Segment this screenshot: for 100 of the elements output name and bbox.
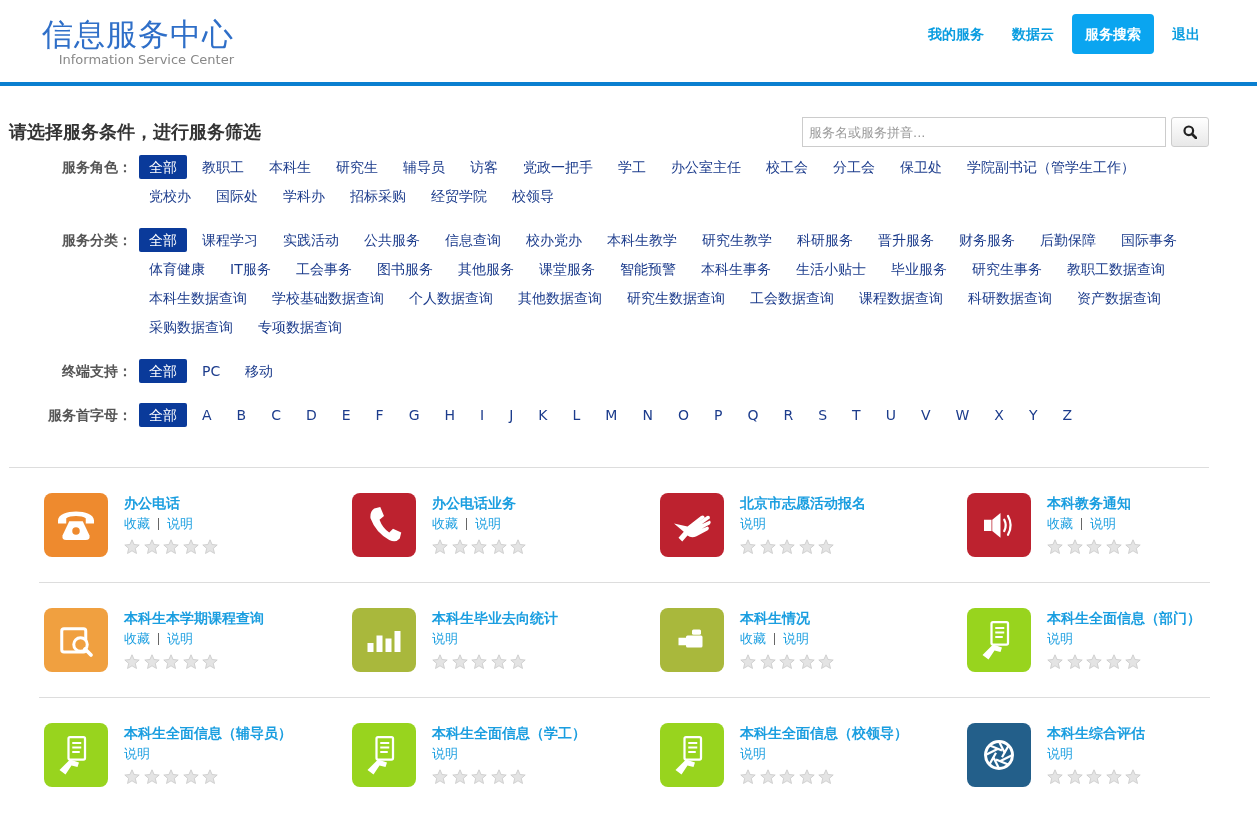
filter-option[interactable]: I xyxy=(470,403,495,427)
search-button[interactable] xyxy=(1171,117,1209,147)
star-icon[interactable] xyxy=(143,654,160,670)
star-icon[interactable] xyxy=(779,539,795,555)
star-icon[interactable] xyxy=(202,769,218,785)
star-icon[interactable] xyxy=(143,539,160,555)
star-icon[interactable] xyxy=(798,769,815,785)
filter-option[interactable]: 全部 xyxy=(139,155,187,179)
filter-option[interactable]: W xyxy=(945,403,980,427)
star-icon[interactable] xyxy=(759,654,776,670)
star-icon[interactable] xyxy=(202,654,218,670)
filter-option[interactable]: 图书服务 xyxy=(366,257,443,281)
filter-option[interactable]: 校办党办 xyxy=(516,228,592,252)
star-icon[interactable] xyxy=(432,654,448,670)
filter-option[interactable]: 本科生数据查询 xyxy=(139,286,257,310)
star-icon[interactable] xyxy=(1125,769,1141,785)
filter-option[interactable]: 课程数据查询 xyxy=(849,286,953,310)
filter-option[interactable]: 工会数据查询 xyxy=(740,286,844,310)
filter-option[interactable]: 国际事务 xyxy=(1111,228,1187,252)
app-icon-tile[interactable] xyxy=(660,493,724,557)
star-icon[interactable] xyxy=(490,654,507,670)
filter-option[interactable]: 实践活动 xyxy=(273,228,349,252)
star-icon[interactable] xyxy=(510,654,526,670)
filter-option[interactable]: 生活小贴士 xyxy=(785,257,876,281)
star-icon[interactable] xyxy=(471,539,487,555)
star-icon[interactable] xyxy=(432,539,448,555)
filter-option[interactable]: 教职工数据查询 xyxy=(1056,257,1175,281)
filter-option[interactable]: D xyxy=(295,403,327,427)
filter-option[interactable]: 研究生事务 xyxy=(961,257,1052,281)
filter-option[interactable]: 采购数据查询 xyxy=(139,315,243,339)
star-icon[interactable] xyxy=(740,769,756,785)
star-icon[interactable] xyxy=(779,769,795,785)
star-icon[interactable] xyxy=(1066,769,1083,785)
star-icon[interactable] xyxy=(1066,654,1083,670)
star-icon[interactable] xyxy=(798,654,815,670)
star-icon[interactable] xyxy=(740,654,756,670)
filter-option[interactable]: 科研服务 xyxy=(787,228,863,252)
star-icon[interactable] xyxy=(182,654,199,670)
filter-option[interactable]: 分工会 xyxy=(823,155,885,179)
filter-option[interactable]: 保卫处 xyxy=(890,155,952,179)
star-icon[interactable] xyxy=(182,539,199,555)
filter-option[interactable]: PC xyxy=(192,359,231,383)
filter-option[interactable]: C xyxy=(261,403,291,427)
filter-option[interactable]: 科研数据查询 xyxy=(958,286,1062,310)
star-icon[interactable] xyxy=(451,769,468,785)
star-icon[interactable] xyxy=(163,539,179,555)
filter-option[interactable]: L xyxy=(562,403,591,427)
filter-option[interactable]: 研究生 xyxy=(326,155,388,179)
app-icon-tile[interactable] xyxy=(352,493,416,557)
filter-option[interactable]: 校领导 xyxy=(502,184,564,208)
filter-option[interactable]: 校工会 xyxy=(756,155,818,179)
star-icon[interactable] xyxy=(163,769,179,785)
star-icon[interactable] xyxy=(1086,769,1102,785)
star-icon[interactable] xyxy=(1047,769,1063,785)
filter-option[interactable]: 课程学习 xyxy=(192,228,268,252)
star-icon[interactable] xyxy=(124,769,140,785)
app-icon-tile[interactable] xyxy=(352,608,416,672)
filter-option[interactable]: 教职工 xyxy=(192,155,254,179)
filter-option[interactable]: 晋升服务 xyxy=(868,228,944,252)
filter-option[interactable]: 本科生事务 xyxy=(690,257,781,281)
star-icon[interactable] xyxy=(1086,654,1102,670)
filter-option[interactable]: 学工 xyxy=(608,155,656,179)
star-icon[interactable] xyxy=(1066,539,1083,555)
filter-option[interactable]: 全部 xyxy=(139,403,187,427)
filter-option[interactable]: 专项数据查询 xyxy=(248,315,352,339)
filter-option[interactable]: 办公室主任 xyxy=(661,155,751,179)
star-icon[interactable] xyxy=(818,539,834,555)
filter-option[interactable]: 智能预警 xyxy=(609,257,686,281)
filter-option[interactable]: 学院副书记（管学生工作） xyxy=(957,155,1145,179)
filter-option[interactable]: 移动 xyxy=(235,359,284,383)
star-icon[interactable] xyxy=(124,539,140,555)
star-icon[interactable] xyxy=(451,539,468,555)
filter-option[interactable]: G xyxy=(398,403,430,427)
star-icon[interactable] xyxy=(1086,539,1102,555)
filter-option[interactable]: Q xyxy=(737,403,769,427)
star-icon[interactable] xyxy=(818,654,834,670)
filter-option[interactable]: 财务服务 xyxy=(949,228,1025,252)
filter-option[interactable]: 信息查询 xyxy=(435,228,511,252)
star-icon[interactable] xyxy=(1047,654,1063,670)
filter-option[interactable]: K xyxy=(528,403,558,427)
filter-option[interactable]: 党校办 xyxy=(139,184,201,208)
filter-option[interactable]: 经贸学院 xyxy=(421,184,497,208)
filter-option[interactable]: 学科办 xyxy=(273,184,335,208)
star-icon[interactable] xyxy=(432,769,448,785)
filter-option[interactable]: M xyxy=(595,403,628,427)
star-icon[interactable] xyxy=(1105,769,1122,785)
app-icon-tile[interactable] xyxy=(967,493,1031,557)
filter-option[interactable]: F xyxy=(365,403,394,427)
filter-option[interactable]: 资产数据查询 xyxy=(1067,286,1171,310)
star-icon[interactable] xyxy=(759,539,776,555)
filter-option[interactable]: Y xyxy=(1018,403,1048,427)
filter-option[interactable]: 其他数据查询 xyxy=(508,286,612,310)
star-icon[interactable] xyxy=(818,769,834,785)
filter-option[interactable]: 本科生 xyxy=(259,155,321,179)
app-icon-tile[interactable] xyxy=(967,723,1031,787)
filter-option[interactable]: 访客 xyxy=(460,155,508,179)
filter-option[interactable]: T xyxy=(842,403,871,427)
app-icon-tile[interactable] xyxy=(660,723,724,787)
filter-option[interactable]: X xyxy=(984,403,1014,427)
filter-option[interactable]: 工会事务 xyxy=(285,257,362,281)
